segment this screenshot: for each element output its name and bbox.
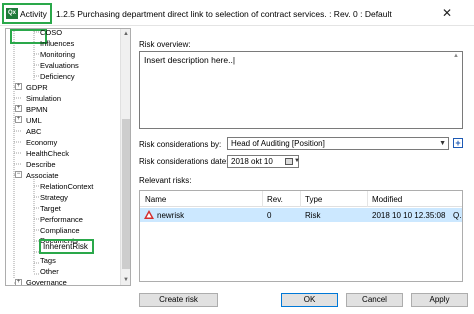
tree-item-healthcheck[interactable]: HealthCheck [26,148,69,159]
title-bar: Qx Activity 1.2.5 Purchasing department … [0,0,474,26]
tree-scrollbar[interactable]: ▲ ▼ [120,29,130,285]
tree-item-economy[interactable]: Economy [26,137,57,148]
expand-uml-icon[interactable]: + [15,116,22,123]
scroll-up-arrow-icon[interactable]: ▲ [121,29,130,39]
tree-item-uml[interactable]: UML [26,115,42,126]
tree-item-monitoring[interactable]: Monitoring [40,49,75,60]
risk-considerations-by-select[interactable]: Head of Auditing [Position] ▼ [227,137,449,150]
tree-item-tags[interactable]: Tags [40,255,56,266]
risk-type-cell: Risk [305,211,321,220]
risk-rev-cell: 0 [267,211,272,220]
window-title: 1.2.5 Purchasing department direct link … [56,9,392,19]
risk-overview-textarea[interactable]: Insert description here..| ▲ [139,51,463,129]
tree-item-other[interactable]: Other [40,266,59,277]
relevant-risks-table[interactable]: Name Rev. Type Modified newrisk 0 Risk 2… [139,190,463,282]
tree-item-coso[interactable]: COSO [40,29,62,38]
tree-item-target[interactable]: Target [40,203,61,214]
tree-item-influences[interactable]: Influences [40,38,74,49]
tree-item-gdpr[interactable]: GDPR [26,82,48,93]
ok-button[interactable]: OK [281,293,338,307]
tree-item-associate[interactable]: Associate [26,170,59,181]
risk-overview-label: Risk overview: [139,40,191,49]
collapse-associate-icon[interactable]: − [15,171,22,178]
create-risk-button[interactable]: Create risk [139,293,218,307]
column-separator [367,191,368,207]
column-separator [300,191,301,207]
expand-bpmn-icon[interactable]: + [15,105,22,112]
column-separator [262,191,263,207]
table-header: Name Rev. Type Modified [140,191,462,207]
close-icon[interactable]: ✕ [440,6,454,20]
risk-considerations-by-value: Head of Auditing [Position] [231,139,325,148]
app-icon: Qx [6,8,18,19]
tree-item-strategy[interactable]: Strategy [40,192,68,203]
add-person-plus-icon[interactable]: + [453,138,463,148]
chevron-down-icon: ▼ [439,140,446,147]
tree-item-bpmn[interactable]: BPMN [26,104,48,115]
tree-item-evaluations[interactable]: Evaluations [40,60,79,71]
tree-item-relationcontext[interactable]: RelationContext [40,181,93,192]
cancel-button[interactable]: Cancel [346,293,403,307]
relevant-risks-label: Relevant risks: [139,176,192,185]
calendar-icon[interactable] [285,158,293,165]
expand-governance-icon[interactable]: + [15,279,22,285]
textarea-scroll-up-icon[interactable]: ▲ [453,53,461,61]
tree-item-describe[interactable]: Describe [26,159,56,170]
table-row[interactable]: newrisk 0 Risk 2018 10 10 12.35:08 Q. [140,208,462,222]
date-dropdown-arrow-icon[interactable]: ▼ [294,156,300,167]
tree-item-governance[interactable]: Governance [26,277,67,285]
warning-triangle-icon [144,210,154,219]
risk-considerations-date-label: Risk considerations date: [139,157,229,166]
tree-item-abc[interactable]: ABC [26,126,41,137]
column-header-type[interactable]: Type [305,195,322,204]
tree-item-performance[interactable]: Performance [40,214,83,225]
column-header-name[interactable]: Name [145,195,166,204]
tree-scroll-thumb[interactable] [122,119,130,269]
risk-name-cell: newrisk [157,211,185,220]
apply-button[interactable]: Apply [411,293,468,307]
risk-overview-text: Insert description here..| [144,55,236,65]
scroll-down-arrow-icon[interactable]: ▼ [121,275,130,285]
tree-item-deficiency[interactable]: Deficiency [40,71,75,82]
risk-extra-cell: Q. [453,211,462,220]
column-header-modified[interactable]: Modified [372,195,402,204]
risk-considerations-date-value: 2018 okt 10 [231,157,273,166]
activity-tree[interactable]: COSO Influences Monitoring Evaluations D… [5,28,131,286]
tree-item-inherentrisk[interactable]: InherentRisk [43,241,88,252]
expand-gdpr-icon[interactable]: + [15,83,22,90]
risk-considerations-by-label: Risk considerations by: [139,140,222,149]
risk-considerations-date-picker[interactable]: 2018 okt 10 ▼ [227,155,300,168]
tree-item-simulation[interactable]: Simulation [26,93,61,104]
activity-badge: Activity [20,9,47,19]
risk-modified-cell: 2018 10 10 12.35:08 [372,211,446,220]
column-header-rev[interactable]: Rev. [267,195,283,204]
